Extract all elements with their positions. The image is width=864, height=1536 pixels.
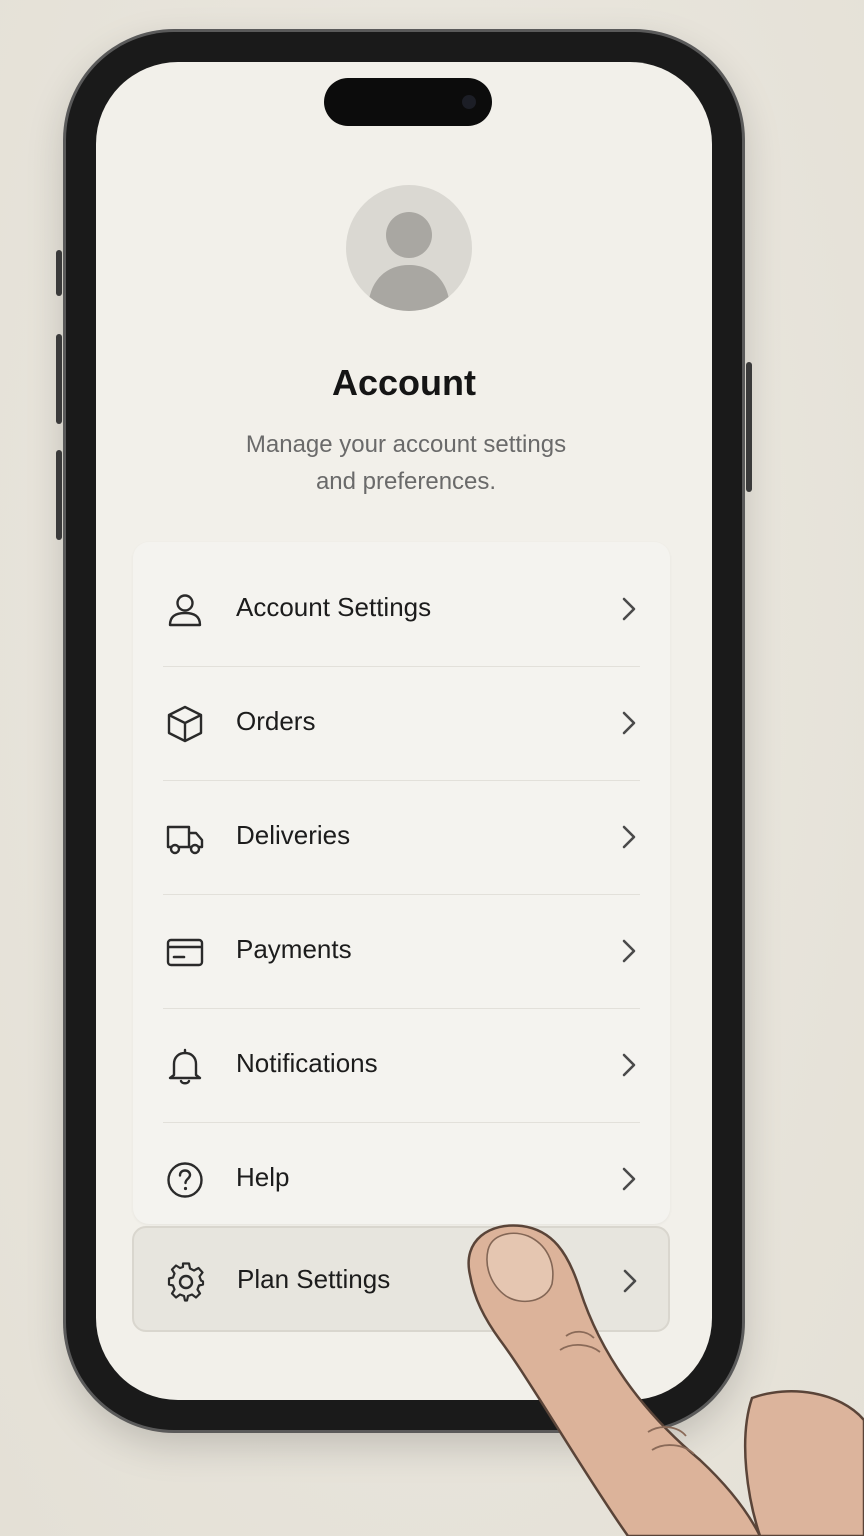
user-icon [168, 594, 202, 627]
volume-down-button [56, 450, 62, 540]
chevron-right-icon [622, 825, 636, 849]
bell-icon [168, 1048, 202, 1085]
camera-icon [462, 95, 476, 109]
chevron-right-icon [622, 1167, 636, 1191]
subtitle-line: Manage your account settings [245, 431, 567, 458]
page-title: Account [332, 362, 476, 403]
menu-item-label: Payments [236, 934, 352, 964]
menu-item-notifications[interactable]: Notifications [133, 1008, 670, 1122]
phone-screen: Account Manage your account settings and… [96, 62, 712, 1400]
menu-item-plan-settings[interactable]: Plan Settings [132, 1226, 670, 1332]
menu-item-label: Account Settings [236, 592, 432, 622]
menu-item-label: Help [236, 1162, 290, 1192]
page-subtitle: Manage your account settings and prefere… [194, 426, 618, 500]
chevron-right-icon [622, 597, 636, 621]
menu-item-deliveries[interactable]: Deliveries [133, 780, 670, 894]
menu-item-account-settings[interactable]: Account Settings [133, 552, 670, 666]
action-button [56, 250, 62, 296]
gear-icon [167, 1262, 205, 1302]
box-icon [167, 705, 203, 743]
chevron-right-icon [622, 939, 636, 963]
user-silhouette-icon [368, 212, 450, 311]
truck-icon [166, 825, 204, 855]
chevron-right-icon [623, 1269, 637, 1293]
dynamic-island [324, 78, 492, 126]
menu-item-label: Plan Settings [237, 1264, 391, 1294]
menu-card: Account Settings Orders Deliveries Payme… [133, 542, 670, 1224]
menu-item-label: Orders [236, 706, 316, 736]
menu-item-payments[interactable]: Payments [133, 894, 670, 1008]
avatar[interactable] [346, 185, 472, 311]
subtitle-line: and preferences. [315, 468, 497, 495]
scene: Account Manage your account settings and… [0, 0, 864, 1536]
menu-item-help[interactable]: Help [133, 1122, 670, 1236]
power-button [746, 362, 752, 492]
menu-item-orders[interactable]: Orders [133, 666, 670, 780]
menu-item-label: Deliveries [236, 820, 351, 850]
help-circle-icon [167, 1162, 203, 1198]
chevron-right-icon [622, 711, 636, 735]
menu-item-label: Notifications [236, 1048, 378, 1078]
chevron-right-icon [622, 1053, 636, 1077]
volume-up-button [56, 334, 62, 424]
phone-frame: Account Manage your account settings and… [56, 32, 752, 1430]
credit-card-icon [166, 938, 204, 967]
